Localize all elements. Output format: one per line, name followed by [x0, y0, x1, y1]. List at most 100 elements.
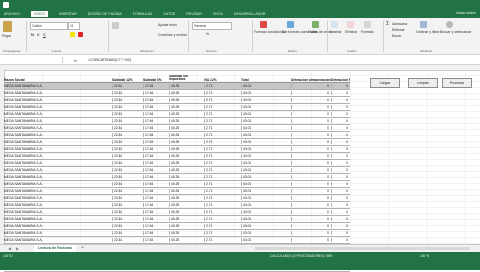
- cell-da[interactable]: 0: [291, 217, 331, 221]
- cell-s12[interactable]: 22.61: [112, 98, 143, 102]
- cell-name[interactable]: MEGA SANTAMARIA S.A.: [4, 119, 112, 123]
- cell-total[interactable]: 43.01: [241, 231, 291, 235]
- cell-dm[interactable]: 0: [331, 238, 350, 242]
- cell-s0[interactable]: 17.64: [143, 84, 169, 88]
- cell-s12[interactable]: 22.61: [112, 196, 143, 200]
- cell-dm[interactable]: 0: [331, 105, 350, 109]
- cargar-button[interactable]: Cargar: [370, 78, 400, 88]
- wrap-text-button[interactable]: Ajustar texto: [158, 23, 177, 27]
- cell-s12[interactable]: 22.61: [112, 182, 143, 186]
- cell-styles-icon[interactable]: [312, 21, 319, 28]
- cell-name[interactable]: MEGA SANTAMARIA S.A.: [4, 126, 112, 130]
- table-row[interactable]: MEGA SANTAMARIA S.A.22.6117.6440.252.714…: [4, 202, 350, 209]
- tab-home[interactable]: INICIO: [31, 11, 49, 17]
- cell-s12[interactable]: 22.61: [112, 161, 143, 165]
- cell-name[interactable]: MEGA SANTAMARIA S.A.: [4, 112, 112, 116]
- cell-total[interactable]: 43.01: [241, 154, 291, 158]
- cell-name[interactable]: MEGA SANTAMARIA S.A.: [4, 196, 112, 200]
- cell-s0[interactable]: 17.64: [143, 210, 169, 214]
- cell-dm[interactable]: 0: [331, 161, 350, 165]
- cell-da[interactable]: 0: [291, 168, 331, 172]
- cell-da[interactable]: 0: [291, 224, 331, 228]
- cell-ssi[interactable]: 40.25: [169, 147, 204, 151]
- cell-ssi[interactable]: 40.25: [169, 224, 204, 228]
- cell-name[interactable]: MEGA SANTAMARIA S.A.: [4, 224, 112, 228]
- cell-ssi[interactable]: 40.25: [169, 154, 204, 158]
- cell-s12[interactable]: 22.61: [112, 189, 143, 193]
- table-row[interactable]: MEGA SANTAMARIA S.A.22.6117.6440.252.714…: [4, 195, 350, 202]
- cell-iva[interactable]: 2.71: [204, 105, 241, 109]
- cell-s0[interactable]: 17.64: [143, 189, 169, 193]
- table-row[interactable]: MEGA SANTAMARIA S.A.22.6117.6440.252.714…: [4, 83, 350, 90]
- cell-ssi[interactable]: 40.25: [169, 91, 204, 95]
- find-select-button[interactable]: Buscar y seleccionar: [440, 30, 471, 34]
- cell-s0[interactable]: 17.64: [143, 112, 169, 116]
- cell-iva[interactable]: 2.71: [204, 119, 241, 123]
- cell-ssi[interactable]: 40.25: [169, 84, 204, 88]
- cell-da[interactable]: 0: [291, 91, 331, 95]
- format-table-icon[interactable]: [287, 21, 294, 28]
- cell-ssi[interactable]: 40.25: [169, 210, 204, 214]
- cell-total[interactable]: 43.01: [241, 147, 291, 151]
- cell-iva[interactable]: 2.71: [204, 112, 241, 116]
- cell-da[interactable]: 0: [291, 154, 331, 158]
- cell-ssi[interactable]: 40.25: [169, 189, 204, 193]
- italic-button[interactable]: K: [37, 32, 40, 37]
- tab-review[interactable]: REVISAR: [186, 12, 202, 16]
- tab-page-layout[interactable]: DISEÑO DE PÁGINA: [88, 12, 122, 16]
- cell-s0[interactable]: 17.64: [143, 217, 169, 221]
- cell-s12[interactable]: 22.61: [112, 175, 143, 179]
- cell-s12[interactable]: 22.61: [112, 203, 143, 207]
- cell-dm[interactable]: 0: [331, 231, 350, 235]
- cell-name[interactable]: MEGA SANTAMARIA S.A.: [4, 84, 112, 88]
- cell-name[interactable]: MEGA SANTAMARIA S.A.: [4, 175, 112, 179]
- cell-s12[interactable]: 22.61: [112, 91, 143, 95]
- cell-da[interactable]: 0: [291, 140, 331, 144]
- sort-filter-button[interactable]: Ordenar y filtrar: [416, 30, 440, 34]
- underline-button[interactable]: S: [43, 32, 46, 37]
- table-row[interactable]: MEGA SANTAMARIA S.A.22.6117.6440.252.714…: [4, 188, 350, 195]
- cell-total[interactable]: 43.01: [241, 98, 291, 102]
- cell-s0[interactable]: 17.64: [143, 154, 169, 158]
- cell-total[interactable]: 43.01: [241, 210, 291, 214]
- cell-name[interactable]: MEGA SANTAMARIA S.A.: [4, 217, 112, 221]
- cell-da[interactable]: 0: [291, 105, 331, 109]
- cell-total[interactable]: 43.01: [241, 196, 291, 200]
- formula-input[interactable]: =CONCATENAR(C7;"";B2): [88, 58, 131, 62]
- cell-dm[interactable]: 0: [331, 119, 350, 123]
- cell-da[interactable]: 0: [291, 133, 331, 137]
- cell-da[interactable]: 0: [291, 210, 331, 214]
- table-row[interactable]: MEGA SANTAMARIA S.A.22.6117.6440.252.714…: [4, 209, 350, 216]
- cell-da[interactable]: 0: [291, 84, 331, 88]
- cell-ssi[interactable]: 40.25: [169, 105, 204, 109]
- tab-file[interactable]: ARCHIVO: [4, 12, 20, 16]
- cell-total[interactable]: 43.01: [241, 168, 291, 172]
- cell-s0[interactable]: 17.64: [143, 147, 169, 151]
- table-row[interactable]: MEGA SANTAMARIA S.A.22.6117.6440.252.714…: [4, 132, 350, 139]
- cell-s12[interactable]: 22.61: [112, 112, 143, 116]
- tab-data[interactable]: DATOS: [163, 12, 175, 16]
- cell-dm[interactable]: 0: [331, 140, 350, 144]
- table-row[interactable]: MEGA SANTAMARIA S.A.22.6117.6440.252.714…: [4, 153, 350, 160]
- cell-iva[interactable]: 2.71: [204, 161, 241, 165]
- cell-total[interactable]: 43.01: [241, 175, 291, 179]
- cell-iva[interactable]: 2.71: [204, 196, 241, 200]
- cell-iva[interactable]: 2.71: [204, 238, 241, 242]
- cell-dm[interactable]: 0: [331, 98, 350, 102]
- cell-total[interactable]: 43.01: [241, 203, 291, 207]
- table-row[interactable]: MEGA SANTAMARIA S.A.22.6117.6440.252.714…: [4, 223, 350, 230]
- cell-name[interactable]: MEGA SANTAMARIA S.A.: [4, 203, 112, 207]
- cell-name[interactable]: MEGA SANTAMARIA S.A.: [4, 238, 112, 242]
- cell-dm[interactable]: 0: [331, 126, 350, 130]
- cell-name[interactable]: MEGA SANTAMARIA S.A.: [4, 98, 112, 102]
- cell-iva[interactable]: 2.71: [204, 189, 241, 193]
- cell-s12[interactable]: 22.61: [112, 119, 143, 123]
- format-button[interactable]: Formato: [361, 30, 374, 34]
- cell-iva[interactable]: 2.71: [204, 203, 241, 207]
- table-row[interactable]: MEGA SANTAMARIA S.A.22.6117.6440.252.714…: [4, 90, 350, 97]
- cell-dm[interactable]: 0: [331, 147, 350, 151]
- cell-total[interactable]: 43.01: [241, 105, 291, 109]
- cell-iva[interactable]: 2.71: [204, 182, 241, 186]
- cell-iva[interactable]: 2.71: [204, 168, 241, 172]
- cell-da[interactable]: 0: [291, 161, 331, 165]
